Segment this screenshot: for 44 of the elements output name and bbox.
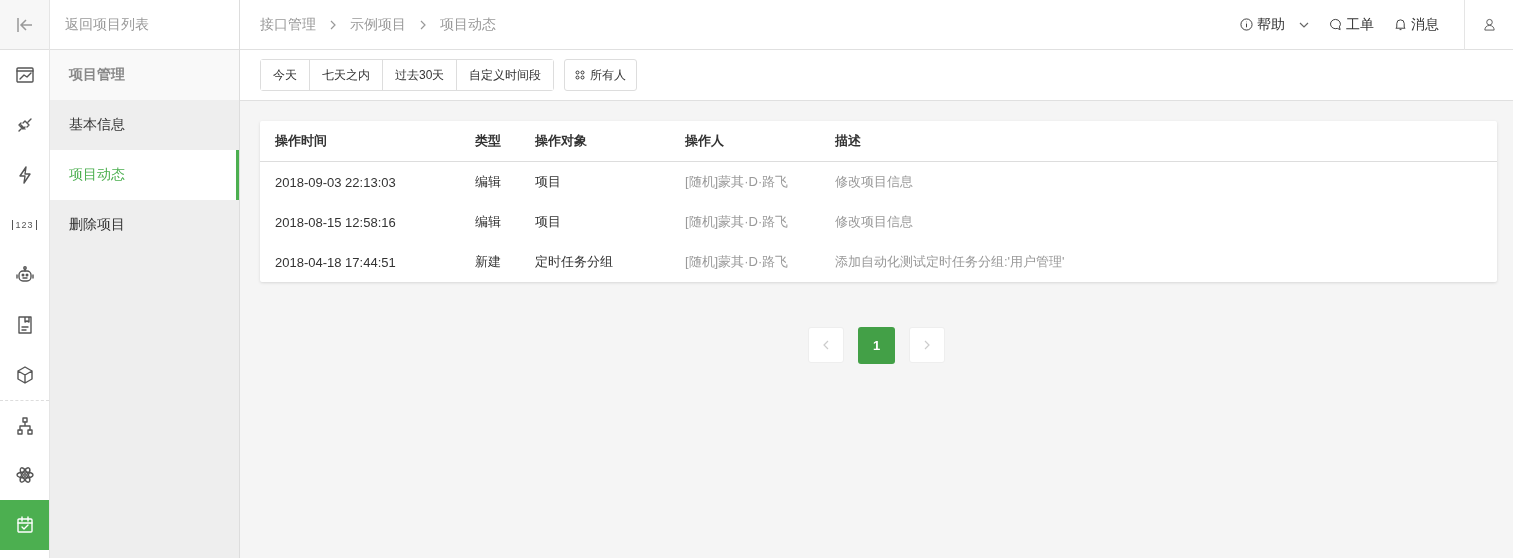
cube-icon <box>14 365 35 385</box>
column-header: 操作时间 <box>275 132 328 150</box>
table-cell-text: [随机]蒙其·D·路飞 <box>685 253 790 271</box>
table-cell-text: 修改项目信息 <box>835 213 914 231</box>
header-link[interactable]: 帮助 <box>1257 15 1285 34</box>
table-cell-text: 项目 <box>535 213 562 231</box>
info-icon <box>1240 18 1253 31</box>
header-link[interactable]: 工单 <box>1346 15 1374 34</box>
column-header: 操作人 <box>685 132 725 150</box>
breadcrumb-item: 项目动态 <box>440 15 496 34</box>
chat-bubble-icon <box>1329 18 1342 31</box>
column-header: 类型 <box>475 132 502 150</box>
table-cell-text: 添加自动化测试定时任务分组:'用户管理' <box>835 253 1066 271</box>
grid-icon <box>575 70 586 80</box>
hierarchy-icon <box>14 415 35 436</box>
table-cell-text: 编辑 <box>475 173 502 191</box>
column-header: 操作对象 <box>535 132 588 150</box>
table-cell-text: 新建 <box>475 253 502 271</box>
table-cell-text: 2018-09-03 22:13:03 <box>275 174 397 190</box>
table-cell-text: 项目 <box>535 173 562 191</box>
chevron-right-icon <box>418 19 428 30</box>
table-cell-text: 定时任务分组 <box>535 253 614 271</box>
table-cell-text: 2018-08-15 12:58:16 <box>275 214 397 230</box>
calendar-icon <box>14 515 35 535</box>
table-cell-text: 编辑 <box>475 213 502 231</box>
bell-icon <box>1394 18 1407 31</box>
menu-item[interactable]: 删除项目 <box>50 200 239 250</box>
column-header: 描述 <box>835 132 862 150</box>
owner-filter-button[interactable]: 所有人 <box>564 59 638 91</box>
date-range-button[interactable]: 今天 <box>261 60 310 90</box>
header-link[interactable]: 消息 <box>1411 15 1439 34</box>
menu-title: 项目管理 <box>50 50 239 100</box>
menu-item[interactable]: 基本信息 <box>50 100 239 150</box>
table-cell-text: 2018-04-18 17:44:51 <box>275 254 397 270</box>
chart-icon <box>14 65 35 85</box>
chevron-right-icon <box>922 340 932 350</box>
atom-icon <box>14 465 35 485</box>
chevron-left-icon <box>821 340 831 350</box>
table-cell-text: [随机]蒙其·D·路飞 <box>685 173 790 191</box>
chevron-right-icon <box>328 19 338 30</box>
robot-icon <box>14 265 35 285</box>
table-cell-text: 修改项目信息 <box>835 173 914 191</box>
user-icon[interactable] <box>1482 18 1496 31</box>
table-cell-text: [随机]蒙其·D·路飞 <box>685 213 790 231</box>
